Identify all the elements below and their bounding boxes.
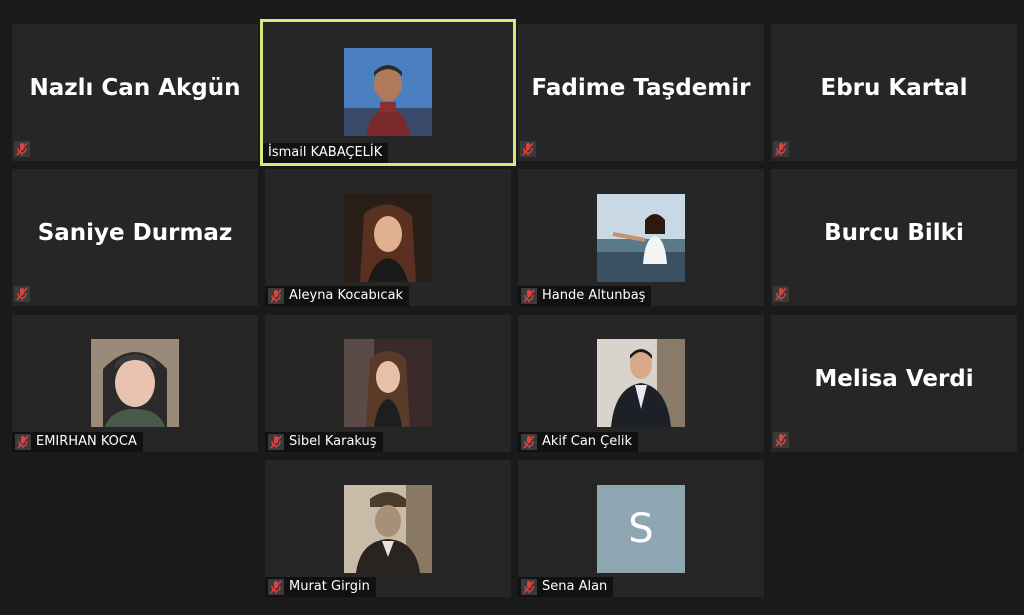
microphone-muted-icon [521,579,537,595]
participant-video [344,48,432,136]
participant-label: İsmail KABAÇELİK [263,143,389,163]
avatar-initial: S [597,485,685,573]
participant-tile-burcu-bilki[interactable]: Burcu Bilki [771,169,1017,306]
participant-label: Hande Altunbaş [518,286,652,306]
participant-video [344,485,432,573]
microphone-muted-icon [14,141,30,157]
microphone-muted-icon [773,286,789,302]
microphone-muted-icon [521,288,537,304]
participant-label [14,139,35,159]
participant-name-large: Fadime Taşdemir [531,74,751,101]
participant-tile-melisa-verdi[interactable]: Melisa Verdi [771,315,1017,452]
participant-tile-murat-girgin[interactable]: Murat Girgin [265,460,511,597]
participant-name: Hande Altunbaş [542,288,646,303]
participant-label: Sibel Karakuş [265,432,383,452]
microphone-muted-icon [521,434,537,450]
participant-video [344,194,432,282]
participant-video [597,194,685,282]
participant-name: Aleyna Kocabıcak [289,288,403,303]
participant-tile-nazli-can-akgun[interactable]: Nazlı Can Akgün [12,24,258,161]
participant-name: EMIRHAN KOCA [36,434,137,449]
participant-label [773,139,794,159]
participant-video [344,339,432,427]
microphone-muted-icon [268,288,284,304]
participant-tile-saniye-durmaz[interactable]: Saniye Durmaz [12,169,258,306]
participant-name-large: Nazlı Can Akgün [29,74,241,101]
microphone-muted-icon [15,434,31,450]
participant-label: Akif Can Çelik [518,432,638,452]
participant-name: Sena Alan [542,579,608,594]
participant-video [597,339,685,427]
participant-tile-ismail-kabacelik[interactable]: İsmail KABAÇELİK [260,19,516,166]
participant-name: Sibel Karakuş [289,434,377,449]
microphone-muted-icon [268,434,284,450]
participant-tile-fadime-tasdemir[interactable]: Fadime Taşdemir [518,24,764,161]
microphone-muted-icon [520,141,536,157]
participant-label: Aleyna Kocabıcak [265,286,409,306]
participant-label [773,284,794,304]
participant-label [520,139,541,159]
participant-tile-sena-alan[interactable]: S Sena Alan [518,460,764,597]
participant-name: Akif Can Çelik [542,434,632,449]
participant-tile-sibel-karakus[interactable]: Sibel Karakuş [265,315,511,452]
participant-tile-hande-altunbas[interactable]: Hande Altunbaş [518,169,764,306]
participant-name: İsmail KABAÇELİK [268,145,383,160]
participant-name-large: Melisa Verdi [814,365,974,392]
microphone-muted-icon [773,432,789,448]
participant-name-large: Saniye Durmaz [37,219,233,246]
participant-video [91,339,179,427]
participant-tile-aleyna-kocabicak[interactable]: Aleyna Kocabıcak [265,169,511,306]
participant-name-large: Burcu Bilki [824,219,964,246]
participant-name: Murat Girgin [289,579,370,594]
participant-label: Murat Girgin [265,577,376,597]
participant-tile-akif-can-celik[interactable]: Akif Can Çelik [518,315,764,452]
participant-label [14,284,35,304]
participant-label: EMIRHAN KOCA [12,432,143,452]
participant-label [773,430,794,450]
participant-name-large: Ebru Kartal [820,74,968,101]
participant-label: Sena Alan [518,577,614,597]
participant-tile-emirhan-koca[interactable]: EMIRHAN KOCA [12,315,258,452]
participant-tile-ebru-kartal[interactable]: Ebru Kartal [771,24,1017,161]
microphone-muted-icon [268,579,284,595]
microphone-muted-icon [14,286,30,302]
microphone-muted-icon [773,141,789,157]
